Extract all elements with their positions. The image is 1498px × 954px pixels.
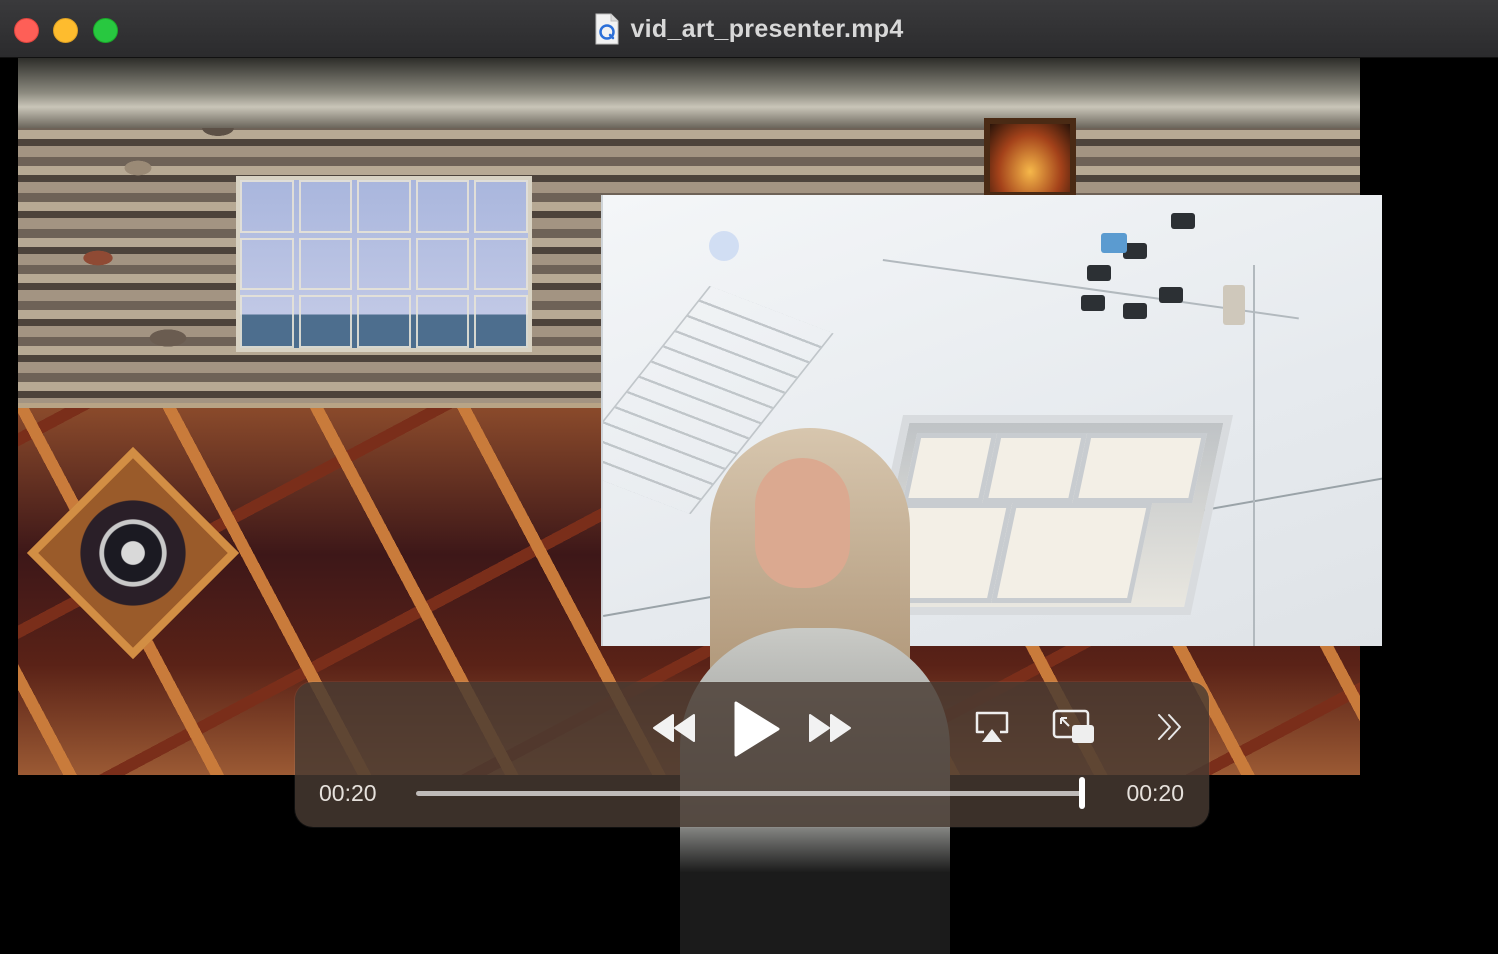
window-title-group: vid_art_presenter.mp4 bbox=[0, 12, 1498, 46]
window-title: vid_art_presenter.mp4 bbox=[630, 14, 904, 43]
scrubber-progress bbox=[416, 791, 1082, 796]
ceiling-beam bbox=[18, 58, 1360, 128]
picture-in-picture-icon bbox=[1052, 709, 1094, 743]
current-time: 00:20 bbox=[319, 780, 377, 806]
fireplace bbox=[984, 118, 1076, 198]
backdrop-window bbox=[236, 176, 532, 352]
fast-forward-icon bbox=[809, 714, 851, 742]
quicktime-document-icon bbox=[595, 13, 619, 45]
picture-in-picture-button[interactable] bbox=[1051, 708, 1097, 748]
playback-controls: 00:20 00:20 bbox=[295, 682, 1209, 827]
scrubber-handle[interactable] bbox=[1079, 777, 1085, 809]
total-duration: 00:20 bbox=[1126, 780, 1184, 806]
more-controls-button[interactable] bbox=[1153, 710, 1187, 744]
screen-logo bbox=[709, 231, 739, 261]
title-bar: vid_art_presenter.mp4 bbox=[0, 0, 1498, 58]
airplay-button[interactable] bbox=[973, 709, 1011, 745]
rewind-icon bbox=[653, 714, 695, 742]
play-icon bbox=[734, 701, 780, 757]
play-button[interactable] bbox=[727, 698, 785, 760]
airplay-icon bbox=[975, 711, 1009, 742]
chevron-double-right-icon bbox=[1158, 714, 1181, 740]
fast-forward-button[interactable] bbox=[803, 710, 857, 746]
rewind-button[interactable] bbox=[647, 710, 701, 746]
scrubber-track[interactable] bbox=[416, 777, 1085, 809]
